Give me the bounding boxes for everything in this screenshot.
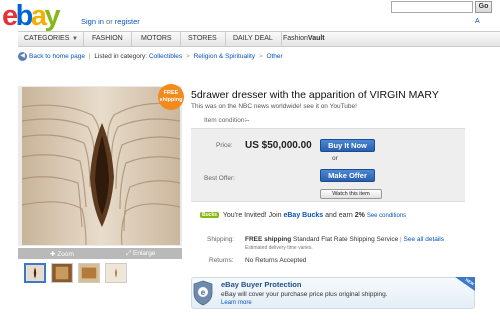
best-offer-label: Best Offer: <box>204 175 235 182</box>
shipping-label: Shipping: <box>207 236 235 243</box>
make-offer-button[interactable]: Make Offer <box>320 169 375 182</box>
go-button[interactable]: Go <box>475 1 492 13</box>
signin-link[interactable]: Sign in <box>81 17 104 26</box>
signin-register: Sign in or register <box>81 17 140 26</box>
nav-categories[interactable]: CATEGORIES ▼ <box>18 32 84 46</box>
listing-title: 5drawer dresser with the apparition of V… <box>191 89 439 101</box>
learn-more-link[interactable]: Learn more <box>221 300 252 306</box>
zoom-icon: ✚ <box>50 251 56 258</box>
shipping-service: Standard Flat Rate Shipping Service <box>293 236 399 243</box>
breadcrumb-separator: > <box>185 53 190 61</box>
watch-item-button[interactable]: Watch this item <box>320 189 382 199</box>
bucks-text-3: and earn <box>325 212 353 219</box>
breadcrumb-other[interactable]: Other <box>266 53 282 60</box>
logo-letter-a: a <box>30 0 47 32</box>
or-divider: or <box>332 155 338 162</box>
breadcrumb-religion[interactable]: Religion & Spirituality <box>194 53 255 60</box>
enlarge-label: Enlarge <box>133 250 156 257</box>
search-input[interactable] <box>391 1 473 13</box>
nav-daily-deal[interactable]: DAILY DEAL <box>225 32 282 46</box>
new-ribbon: NEW <box>455 277 475 291</box>
back-to-home-link[interactable]: Back to home page <box>29 53 85 60</box>
bucks-percent: 2% <box>354 212 365 219</box>
advanced-search-link[interactable]: A <box>475 18 480 25</box>
returns-value: No Returns Accepted <box>245 257 307 264</box>
listing-subtitle: This was on the NBC news worldwide! see … <box>191 103 357 110</box>
free-shipping-text: FREE shipping <box>245 236 292 243</box>
zoom-label: Zoom <box>57 251 74 258</box>
badge-line-1: FREE <box>163 90 179 96</box>
breadcrumb-separator: > <box>258 53 263 61</box>
shipping-value: FREE shipping Standard Flat Rate Shippin… <box>245 236 444 243</box>
buy-it-now-button[interactable]: Buy It Now <box>320 139 375 152</box>
price-value: US $50,000.00 <box>245 140 312 151</box>
nav-vault-bold: Vault <box>307 35 325 42</box>
nav-categories-label: CATEGORIES <box>24 35 70 42</box>
breadcrumb-divider: | <box>88 53 91 61</box>
logo-letter-y: y <box>44 0 61 32</box>
enlarge-icon: ⤢ <box>126 250 132 257</box>
shipping-separator: | <box>400 236 402 243</box>
listed-in-label: Listed in category: <box>94 53 148 61</box>
register-link[interactable]: register <box>115 17 140 26</box>
back-arrow-icon[interactable]: ◀ <box>18 52 27 61</box>
ebay-bucks-logo-icon: Bucks <box>200 212 220 219</box>
returns-label: Returns: <box>209 257 234 264</box>
logo-letter-e: e <box>2 0 18 32</box>
breadcrumb-collectibles[interactable]: Collectibles <box>149 53 182 60</box>
thumbnail-3[interactable] <box>78 263 100 283</box>
see-all-details-link[interactable]: See all details <box>404 236 444 243</box>
logo-letter-b: b <box>15 0 34 32</box>
buyer-protection-text: eBay will cover your purchase price plus… <box>221 291 388 298</box>
breadcrumb: ◀ Back to home page | Listed in category:… <box>18 52 283 61</box>
see-conditions-link[interactable]: See conditions <box>367 213 406 219</box>
badge-line-2: shipping <box>159 97 183 103</box>
condition-value: -- <box>245 117 250 124</box>
bucks-text-1: You're Invited! Join <box>222 212 282 219</box>
image-toolbar: ✚ Zoom ⤢ Enlarge <box>18 248 182 259</box>
nav-motors[interactable]: MOTORS <box>133 32 181 46</box>
price-label: Price: <box>216 142 233 149</box>
thumbnail-4[interactable] <box>105 263 127 283</box>
main-item-photo[interactable] <box>22 87 180 245</box>
nav-vault-prefix: Fashion <box>283 35 308 42</box>
free-shipping-badge: FREE shipping <box>158 84 184 110</box>
buyer-protection-title: eBay Buyer Protection <box>221 280 302 289</box>
nav-fashion[interactable]: FASHION <box>84 32 132 46</box>
delivery-estimate: Estimated delivery time varies. <box>245 245 313 251</box>
nav-fashion-vault[interactable]: FashionVault <box>275 32 333 46</box>
thumbnail-1[interactable] <box>24 263 46 283</box>
nav-stores[interactable]: STORES <box>180 32 226 46</box>
svg-text:e: e <box>201 288 206 297</box>
thumbnail-2[interactable] <box>51 263 73 283</box>
zoom-button[interactable]: ✚ Zoom <box>50 250 74 258</box>
shield-icon: e <box>193 280 213 306</box>
category-nav: CATEGORIES ▼ FASHION MOTORS STORES DAILY… <box>18 31 500 47</box>
chevron-down-icon: ▼ <box>72 36 78 42</box>
enlarge-button[interactable]: ⤢ Enlarge <box>126 250 155 258</box>
signin-or: or <box>106 17 113 26</box>
ebay-logo[interactable]: ebay <box>2 1 82 31</box>
ebay-bucks-link[interactable]: eBay Bucks <box>283 212 323 219</box>
condition-label: Item condition: <box>204 117 247 124</box>
ebay-bucks-promo: Bucks You're Invited! Join eBay Bucks an… <box>200 212 406 219</box>
